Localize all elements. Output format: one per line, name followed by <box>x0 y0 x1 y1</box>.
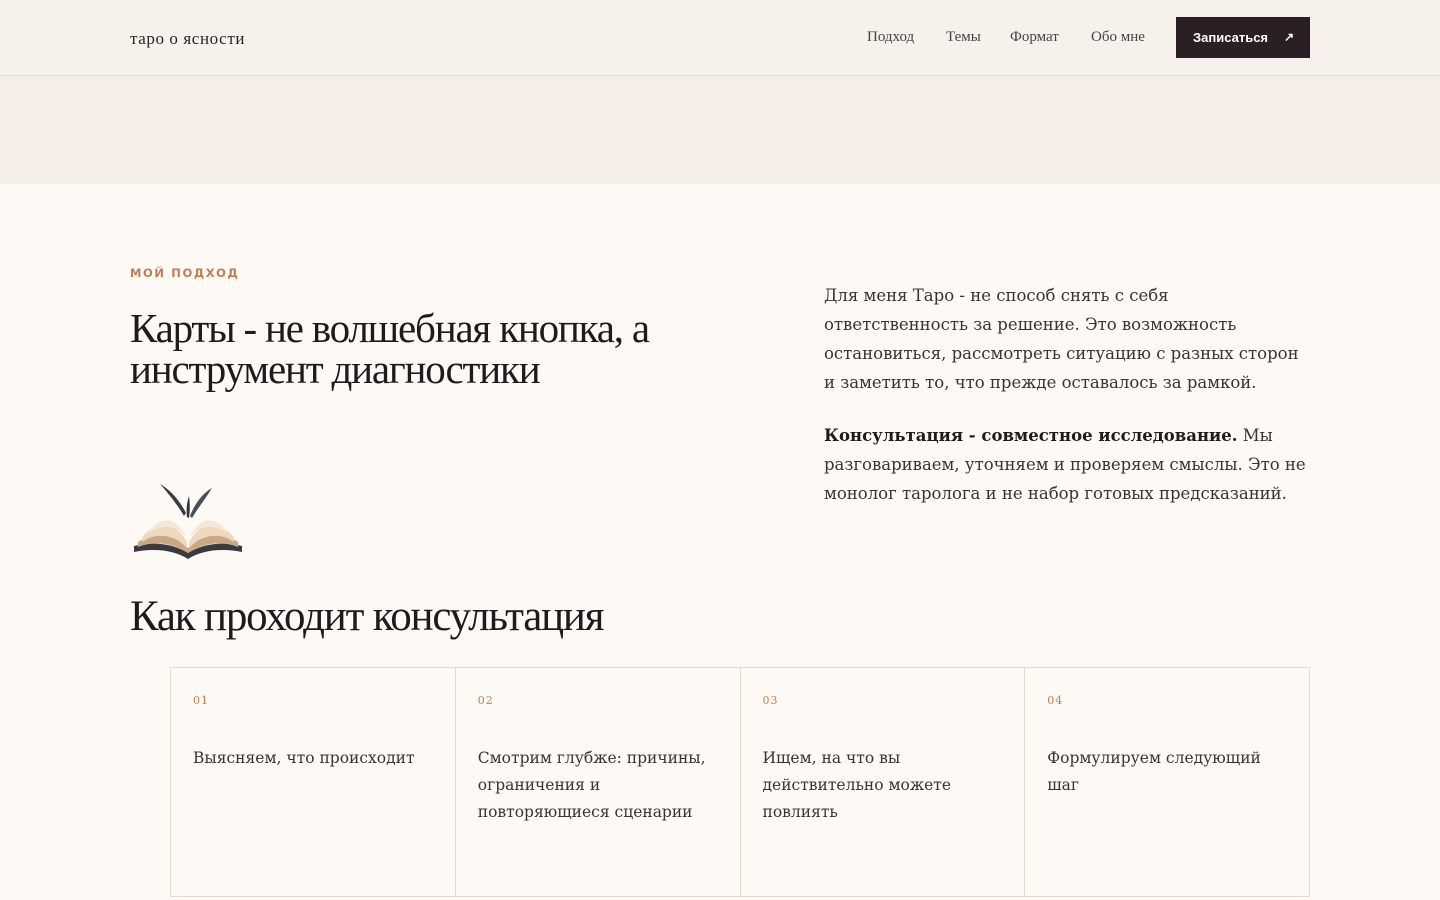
nav-link-about[interactable]: Обо мне <box>1091 29 1145 46</box>
open-book-icon <box>134 484 242 559</box>
approach-intro: Для меня Таро - не способ снять с себя о… <box>824 281 1314 532</box>
intro-paragraph-2: Консультация - совместное исследование. … <box>824 421 1314 508</box>
signup-button[interactable]: Записаться ↗ <box>1176 17 1310 58</box>
nav-link-approach[interactable]: Подход <box>867 29 914 46</box>
step-text: Ищем, на что вы действительно можете пов… <box>762 749 952 821</box>
step-number: 02 <box>477 694 494 707</box>
step-card: 03 Ищем, на что вы действительно можете … <box>741 668 1026 896</box>
step-text: Выясняем, что происходит <box>193 749 415 767</box>
process-title: Как проходит консультация <box>130 593 605 640</box>
step-text: Формулируем следующий шаг <box>1047 749 1261 794</box>
step-number: 01 <box>193 694 209 707</box>
arrow-up-right-icon: ↗ <box>1283 30 1294 44</box>
signup-button-label: Записаться <box>1193 30 1269 45</box>
intro-paragraph-2-bold: Консультация - совместное исследование. <box>824 426 1238 445</box>
intro-paragraph-1: Для меня Таро - не способ снять с себя о… <box>824 286 1299 392</box>
approach-headline: Карты - не волшебная кнопка, а инструмен… <box>130 305 650 392</box>
step-card: 01 Выясняем, что происходит <box>171 668 456 896</box>
section-eyebrow: МОЙ ПОДХОД <box>130 266 240 280</box>
process-steps: 01 Выясняем, что происходит 02 Смотрим г… <box>170 667 1310 897</box>
site-header: таро о ясности Подход Темы Формат Обо мн… <box>0 0 1440 76</box>
nav-link-format[interactable]: Формат <box>1010 29 1059 46</box>
step-card: 04 Формулируем следующий шаг <box>1025 668 1309 896</box>
step-number: 03 <box>762 694 779 707</box>
step-text: Смотрим глубже: причины, ограничения и п… <box>477 749 706 821</box>
step-card: 02 Смотрим глубже: причины, ограничения … <box>456 668 741 896</box>
step-number: 04 <box>1047 694 1064 707</box>
nav-link-topics[interactable]: Темы <box>946 29 981 46</box>
hero-band <box>0 76 1440 184</box>
